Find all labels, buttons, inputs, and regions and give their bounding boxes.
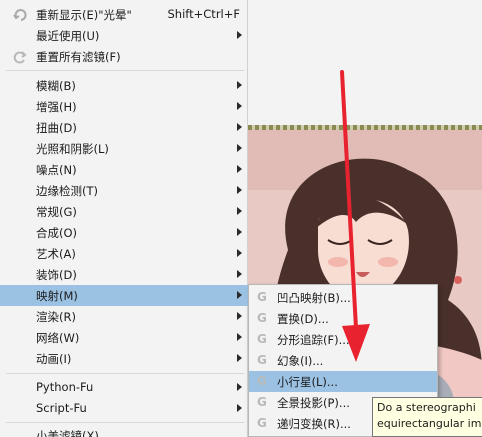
submenu-arrow-icon [237, 291, 242, 299]
menu-item-label: 扭曲(D) [36, 121, 77, 135]
submenu-item-bump-map[interactable]: G 凹凸映射(B)... [249, 287, 437, 308]
submenu-item-label: 幻象(I)... [277, 354, 324, 368]
menu-separator [6, 70, 244, 71]
submenu-arrow-icon [237, 383, 242, 391]
menu-item-web[interactable]: 网络(W) [0, 327, 248, 348]
menu-item-enhance[interactable]: 增强(H) [0, 96, 248, 117]
submenu-item-label: 凹凸映射(B)... [277, 291, 351, 305]
menu-item-repeat-last[interactable]: 重新显示(E)"光晕" Shift+Ctrl+F [0, 4, 248, 25]
menu-item-noise[interactable]: 噪点(N) [0, 159, 248, 180]
submenu-item-label: 全景投影(P)... [277, 396, 350, 410]
submenu-item-little-planet[interactable]: G 小行星(L)... [249, 371, 437, 392]
menu-item-label: 渲染(R) [36, 310, 76, 324]
submenu-arrow-icon [237, 144, 242, 152]
menu-separator [6, 373, 244, 374]
menu-item-label: 最近使用(U) [36, 29, 100, 43]
submenu-arrow-icon [237, 270, 242, 278]
submenu-arrow-icon [237, 333, 242, 341]
menu-item-distorts[interactable]: 扭曲(D) [0, 117, 248, 138]
submenu-item-label: 置换(D)... [277, 312, 329, 326]
menu-item-label: 噪点(N) [36, 163, 77, 177]
submenu-arrow-icon [237, 165, 242, 173]
menu-item-generic[interactable]: 常规(G) [0, 201, 248, 222]
submenu-item-label: 分形追踪(F)... [277, 333, 350, 347]
submenu-item-illusion[interactable]: G 幻象(I)... [249, 350, 437, 371]
menu-item-animation[interactable]: 动画(I) [0, 348, 248, 369]
menu-item-combine[interactable]: 合成(O) [0, 222, 248, 243]
gegl-icon: G [257, 290, 267, 304]
menu-item-recently-used[interactable]: 最近使用(U) [0, 25, 248, 46]
menu-item-decor[interactable]: 装饰(D) [0, 264, 248, 285]
menu-item-map[interactable]: 映射(M) [0, 285, 248, 306]
menu-item-light-shadow[interactable]: 光照和阴影(L) [0, 138, 248, 159]
submenu-arrow-icon [237, 186, 242, 194]
menu-item-script-fu[interactable]: Script-Fu [0, 398, 248, 419]
menu-item-label: 网络(W) [36, 331, 80, 345]
menu-item-label: 装饰(D) [36, 268, 77, 282]
menu-separator [6, 422, 244, 423]
menu-item-edge-detect[interactable]: 边缘检测(T) [0, 180, 248, 201]
gegl-icon: G [257, 353, 267, 367]
gegl-icon: G [257, 395, 267, 409]
menu-item-label: Script-Fu [36, 401, 87, 415]
menu-item-label: 动画(I) [36, 352, 72, 366]
menu-item-xiaomei-filter[interactable]: 小美滤镜(X) [0, 425, 248, 437]
submenu-arrow-icon [237, 249, 242, 257]
menu-item-shortcut: Shift+Ctrl+F [167, 7, 241, 21]
submenu-arrow-icon [237, 31, 242, 39]
menu-item-label: 重新显示(E)"光晕" [36, 8, 132, 22]
menu-item-label: 常规(G) [36, 205, 77, 219]
submenu-arrow-icon [237, 404, 242, 412]
reset-icon [12, 49, 28, 65]
submenu-item-label: 小行星(L)... [277, 375, 338, 389]
submenu-arrow-icon [237, 81, 242, 89]
menu-item-reset-filters[interactable]: 重置所有滤镜(F) [0, 46, 248, 67]
tooltip-line: equirectangular im [377, 417, 482, 430]
menu-item-label: 艺术(A) [36, 247, 76, 261]
menu-item-label: 增强(H) [36, 100, 77, 114]
menu-item-label: 边缘检测(T) [36, 184, 98, 198]
submenu-arrow-icon [237, 102, 242, 110]
menu-item-label: 映射(M) [36, 289, 78, 303]
submenu-item-displace[interactable]: G 置换(D)... [249, 308, 437, 329]
submenu-item-fractal-trace[interactable]: G 分形追踪(F)... [249, 329, 437, 350]
menu-item-label: 重置所有滤镜(F) [36, 50, 121, 64]
menu-item-python-fu[interactable]: Python-Fu [0, 377, 248, 398]
menu-item-label: Python-Fu [36, 380, 94, 394]
tooltip-line: Do a stereographi [377, 401, 476, 414]
submenu-arrow-icon [237, 123, 242, 131]
submenu-item-label: 递归变换(R)... [277, 417, 351, 431]
gegl-icon: G [257, 311, 267, 325]
menu-item-label: 小美滤镜(X) [36, 429, 99, 437]
gegl-icon: G [257, 416, 267, 430]
submenu-arrow-icon [237, 207, 242, 215]
gegl-icon: G [257, 374, 267, 388]
menu-item-label: 光照和阴影(L) [36, 142, 109, 156]
redo-icon [12, 7, 28, 23]
submenu-arrow-icon [237, 228, 242, 236]
menu-item-label: 模糊(B) [36, 79, 76, 93]
menu-item-render[interactable]: 渲染(R) [0, 306, 248, 327]
submenu-arrow-icon [237, 312, 242, 320]
menu-item-label: 合成(O) [36, 226, 78, 240]
submenu-arrow-icon [237, 354, 242, 362]
filters-menu: 重新显示(E)"光晕" Shift+Ctrl+F 最近使用(U) 重置所有滤镜(… [0, 0, 248, 437]
tooltip: Do a stereographi equirectangular im [372, 397, 482, 437]
menu-item-blur[interactable]: 模糊(B) [0, 75, 248, 96]
menu-item-artistic[interactable]: 艺术(A) [0, 243, 248, 264]
gegl-icon: G [257, 332, 267, 346]
